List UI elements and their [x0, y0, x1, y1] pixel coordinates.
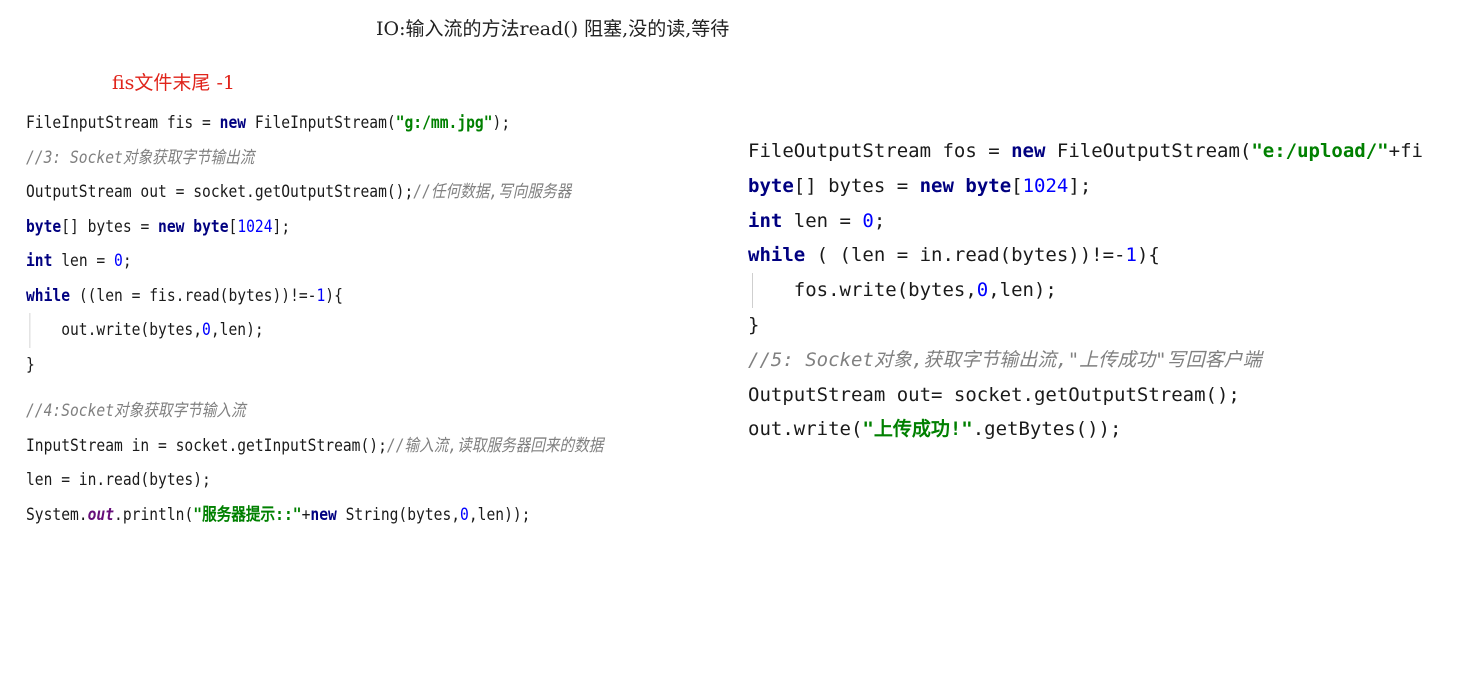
code-line: byte[] bytes = new byte[1024];: [748, 169, 1462, 204]
code-line: //4:Socket对象获取字节输入流: [26, 394, 645, 429]
code-token: [: [1011, 174, 1023, 197]
code-token: String(bytes,: [336, 504, 461, 525]
code-token: }: [748, 313, 760, 336]
code-token: new: [219, 113, 247, 133]
code-token: 1024: [237, 216, 273, 237]
code-token: OutputStream out= socket.getOutputStream…: [748, 383, 1240, 406]
code-token: int: [748, 209, 783, 232]
code-token: 1: [316, 285, 326, 306]
code-token: );: [492, 113, 511, 133]
code-token: .println(: [114, 504, 194, 525]
code-token: //5: Socket对象,获取字节输出流,"上传成功"写回客户端: [748, 348, 1262, 371]
code-token: System.: [26, 504, 88, 525]
code-line: int len = 0;: [26, 244, 645, 279]
code-token: ,len);: [210, 320, 264, 340]
indent-guide: [29, 313, 31, 348]
code-line: int len = 0;: [748, 204, 1462, 239]
code-line: FileInputStream fis = new FileInputStrea…: [26, 106, 645, 141]
page-heading: IO:输入流的方法read() 阻塞,没的读,等待: [376, 18, 730, 40]
code-token: ( (len = in.read(bytes))!=-: [805, 244, 1126, 267]
code-token: byte: [26, 216, 62, 237]
code-line: len = in.read(bytes);: [26, 463, 645, 498]
code-token: len =: [782, 209, 863, 232]
code-token: while: [26, 285, 71, 306]
code-token: ){: [325, 285, 343, 306]
code-token: new: [158, 216, 185, 237]
code-token: //输入流,读取服务器回来的数据: [386, 435, 604, 456]
code-line: InputStream in = socket.getInputStream()…: [26, 429, 645, 464]
code-token: out.write(bytes,: [26, 320, 203, 340]
code-line: OutputStream out= socket.getOutputStream…: [748, 378, 1462, 413]
code-token: out.write(: [748, 418, 863, 441]
code-line: }: [26, 348, 645, 383]
code-token: FileOutputStream(: [1045, 140, 1252, 162]
code-token: ((len = fis.read(bytes))!=-: [70, 285, 317, 306]
code-token: while: [748, 244, 806, 267]
code-line: }: [748, 308, 1462, 343]
code-token: FileInputStream(: [246, 113, 396, 133]
code-token: "g:/mm.jpg": [395, 113, 493, 133]
code-token: +: [301, 504, 311, 525]
code-token: byte: [965, 174, 1012, 197]
code-token: byte: [748, 174, 794, 197]
code-token: 0: [460, 504, 469, 525]
code-token: new: [310, 504, 337, 525]
code-line: byte[] bytes = new byte[1024];: [26, 210, 645, 245]
code-spacer: [26, 382, 645, 394]
code-token: len =: [52, 251, 115, 271]
code-token: out: [87, 504, 115, 525]
server-code-block: FileOutputStream fos = new FileOutputStr…: [748, 134, 1462, 447]
code-token: +fi: [1388, 140, 1423, 162]
code-token: OutputStream out = socket.getOutputStrea…: [26, 182, 414, 202]
code-line: fos.write(bytes,0,len);: [748, 273, 1462, 308]
code-token: 0: [202, 320, 211, 340]
code-token: new: [1011, 140, 1046, 162]
code-token: 0: [114, 251, 123, 271]
indent-guide: [752, 273, 753, 308]
code-token: 1024: [1022, 174, 1069, 197]
code-token: FileOutputStream fos =: [748, 140, 1012, 162]
code-line: //5: Socket对象,获取字节输出流,"上传成功"写回客户端: [748, 343, 1462, 378]
code-token: ;: [873, 209, 886, 232]
code-token: //4:Socket对象获取字节输入流: [26, 401, 246, 421]
code-line: while ( (len = in.read(bytes))!=-1){: [748, 238, 1462, 273]
code-line: FileOutputStream fos = new FileOutputStr…: [748, 134, 1462, 169]
code-token: [] bytes =: [793, 174, 920, 197]
code-token: 0: [976, 279, 989, 302]
code-token: "服务器提示::": [193, 504, 302, 525]
code-token: [] bytes =: [61, 216, 159, 237]
code-line: while ((len = fis.read(bytes))!=-1){: [26, 279, 645, 314]
code-token: fos.write(bytes,: [748, 279, 977, 302]
code-line: OutputStream out = socket.getOutputStrea…: [26, 175, 645, 210]
code-token: int: [26, 251, 53, 271]
code-token: //任何数据,写向服务器: [413, 182, 572, 202]
code-token: ){: [1136, 244, 1160, 267]
code-token: 0: [862, 209, 874, 232]
code-token: byte: [193, 216, 229, 237]
code-line: System.out.println("服务器提示::"+new String(…: [26, 498, 645, 533]
client-code-block: FileInputStream fis = new FileInputStrea…: [26, 106, 645, 532]
code-token: ,len);: [988, 279, 1057, 302]
code-token: //3: Socket对象获取字节输出流: [26, 147, 255, 168]
code-token: 1: [1125, 244, 1137, 267]
code-token: ;: [122, 251, 132, 271]
code-token: ];: [1068, 174, 1092, 197]
code-line: //3: Socket对象获取字节输出流: [26, 141, 645, 176]
code-token: new: [919, 174, 954, 197]
code-token: [: [228, 216, 238, 237]
code-token: }: [26, 354, 35, 375]
code-line: out.write("上传成功!".getBytes());: [748, 412, 1462, 447]
code-token: len = in.read(bytes);: [26, 470, 211, 490]
eof-note: fis文件末尾 -1: [112, 72, 235, 94]
code-token: ];: [272, 216, 291, 237]
code-token: FileInputStream fis =: [26, 113, 220, 133]
code-token: ,len));: [468, 504, 531, 525]
code-token: .getBytes());: [972, 418, 1122, 441]
code-token: "上传成功!": [862, 418, 973, 441]
code-token: InputStream in = socket.getInputStream()…: [26, 435, 387, 456]
code-token: "e:/upload/": [1251, 140, 1389, 162]
code-line: out.write(bytes,0,len);: [26, 313, 645, 348]
